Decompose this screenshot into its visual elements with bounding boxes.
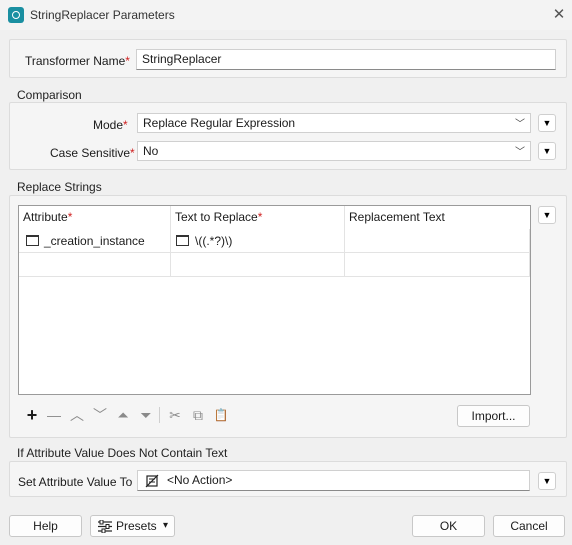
case-sensitive-value: No — [143, 144, 159, 158]
chevron-down-icon: ﹀ — [515, 119, 525, 130]
presets-button[interactable]: Presets ▾ — [90, 515, 175, 537]
cell-text: _creation_instance — [44, 234, 145, 248]
set-attribute-label: Set Attribute Value To — [18, 475, 133, 489]
table-cell-empty[interactable] — [19, 253, 171, 277]
toolbar-divider — [159, 407, 160, 423]
column-header-label: Replacement Text — [349, 210, 445, 224]
case-sensitive-select[interactable]: No ﹀ — [137, 141, 531, 161]
caret-down-icon: ▾ — [163, 520, 169, 531]
table-cell-text-to-replace[interactable]: \((.*?)\) — [171, 229, 345, 253]
replace-strings-menu-button[interactable]: ▼ — [538, 206, 556, 224]
cut-icon[interactable]: ✂ — [166, 406, 184, 424]
required-marker: * — [257, 210, 263, 224]
app-icon — [8, 7, 24, 23]
required-marker: * — [130, 146, 135, 160]
ok-button[interactable]: OK — [412, 515, 485, 537]
move-down-icon[interactable]: ﹀ — [91, 406, 109, 424]
column-header-text-to-replace[interactable]: Text to Replace* — [171, 206, 345, 229]
add-row-icon[interactable]: + — [23, 406, 41, 424]
no-action-icon — [145, 474, 159, 488]
table-cell-replacement[interactable] — [345, 229, 530, 253]
required-marker: * — [125, 54, 130, 68]
move-to-bottom-icon[interactable]: ⏷ — [137, 406, 155, 424]
table-cell-empty[interactable] — [171, 253, 345, 277]
window-title: StringReplacer Parameters — [30, 8, 175, 22]
cell-text: \((.*?)\) — [195, 234, 233, 248]
case-sensitive-label: Case Sensitive* — [50, 146, 135, 160]
text-value-icon — [176, 235, 189, 246]
import-button[interactable]: Import... — [457, 405, 530, 427]
mode-label-text: Mode — [93, 118, 124, 132]
paste-icon[interactable]: 📋 — [212, 406, 230, 424]
copy-icon[interactable]: ⧉ — [189, 406, 207, 424]
presets-label: Presets — [116, 519, 157, 533]
replace-strings-table: Attribute* Text to Replace* Replacement … — [18, 205, 531, 395]
column-header-replacement-text[interactable]: Replacement Text — [345, 206, 530, 229]
chevron-down-icon: ﹀ — [515, 147, 525, 158]
transformer-name-text: Transformer Name — [25, 54, 126, 68]
comparison-title: Comparison — [17, 88, 82, 102]
column-header-label: Text to Replace — [175, 210, 258, 224]
attribute-value-icon — [26, 235, 39, 246]
case-sensitive-menu-button[interactable]: ▼ — [538, 142, 556, 160]
set-attribute-value-field[interactable]: <No Action> — [137, 470, 530, 491]
remove-row-icon[interactable]: — — [45, 406, 63, 424]
column-header-label: Attribute — [23, 210, 68, 224]
transformer-name-label: Transformer Name* — [25, 54, 130, 68]
sliders-icon — [98, 520, 112, 533]
if-attribute-title: If Attribute Value Does Not Contain Text — [17, 446, 228, 460]
move-up-icon[interactable]: ︿ — [68, 406, 86, 424]
mode-label: Mode* — [93, 118, 128, 132]
required-marker: * — [123, 118, 128, 132]
required-marker: * — [67, 210, 73, 224]
help-button[interactable]: Help — [9, 515, 82, 537]
cancel-button[interactable]: Cancel — [493, 515, 565, 537]
table-cell-empty[interactable] — [345, 253, 530, 277]
replace-strings-title: Replace Strings — [17, 180, 102, 194]
mode-select[interactable]: Replace Regular Expression ﹀ — [137, 113, 531, 133]
table-cell-attribute[interactable]: _creation_instance — [19, 229, 171, 253]
set-attribute-menu-button[interactable]: ▼ — [538, 472, 556, 490]
set-attribute-value-text: <No Action> — [167, 473, 233, 487]
case-sensitive-label-text: Case Sensitive — [50, 146, 131, 160]
close-button[interactable]: ✕ — [549, 5, 569, 25]
mode-menu-button[interactable]: ▼ — [538, 114, 556, 132]
transformer-name-field[interactable]: StringReplacer — [136, 49, 556, 70]
move-to-top-icon[interactable]: ⏶ — [114, 406, 132, 424]
mode-value: Replace Regular Expression — [143, 116, 296, 130]
column-header-attribute[interactable]: Attribute* — [19, 206, 171, 229]
